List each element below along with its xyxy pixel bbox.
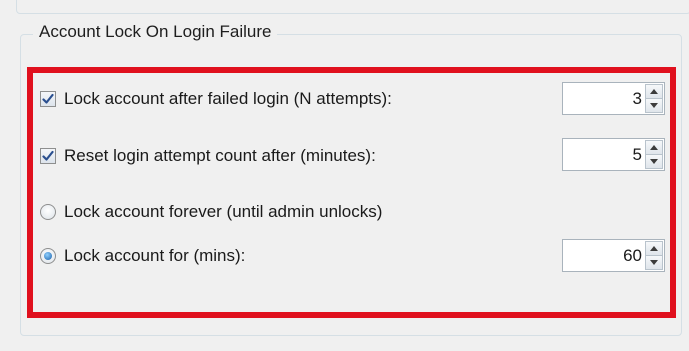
- groupbox-title: Account Lock On Login Failure: [33, 22, 278, 42]
- settings-panel: Account Lock On Login Failure Lock accou…: [0, 0, 689, 351]
- previous-group-edge: [16, 0, 689, 14]
- highlight-annotation-box: [27, 67, 676, 318]
